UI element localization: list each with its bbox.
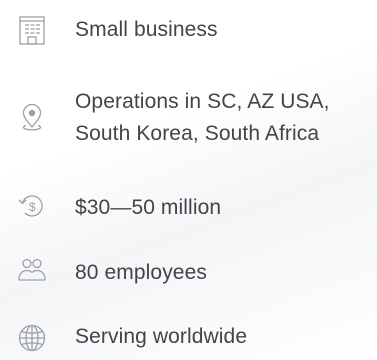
globe-icon	[16, 322, 48, 354]
operations-text: Operations in SC, AZ USA, South Korea, S…	[75, 86, 330, 150]
svg-text:$: $	[29, 200, 36, 214]
operations-line-2: South Korea, South Africa	[75, 122, 320, 145]
list-item-employees: 80 employees	[0, 255, 377, 291]
revenue-text: $30—50 million	[75, 196, 222, 219]
building-icon	[16, 14, 48, 46]
employees-text: 80 employees	[75, 261, 207, 284]
location-pin-icon	[16, 101, 48, 133]
company-facts-list: Small business Operations in SC, AZ USA,…	[0, 0, 377, 360]
operations-line-1: Operations in SC, AZ USA,	[75, 90, 330, 113]
list-item-operations: Operations in SC, AZ USA, South Korea, S…	[0, 84, 377, 154]
money-cycle-icon: $	[16, 190, 48, 222]
service-area-text: Serving worldwide	[75, 325, 248, 348]
list-item-service-area: Serving worldwide	[0, 320, 377, 356]
list-item-revenue: $ $30—50 million	[0, 190, 377, 226]
business-size-text: Small business	[75, 18, 218, 41]
people-icon	[16, 255, 48, 287]
list-item-business-size: Small business	[0, 12, 377, 48]
